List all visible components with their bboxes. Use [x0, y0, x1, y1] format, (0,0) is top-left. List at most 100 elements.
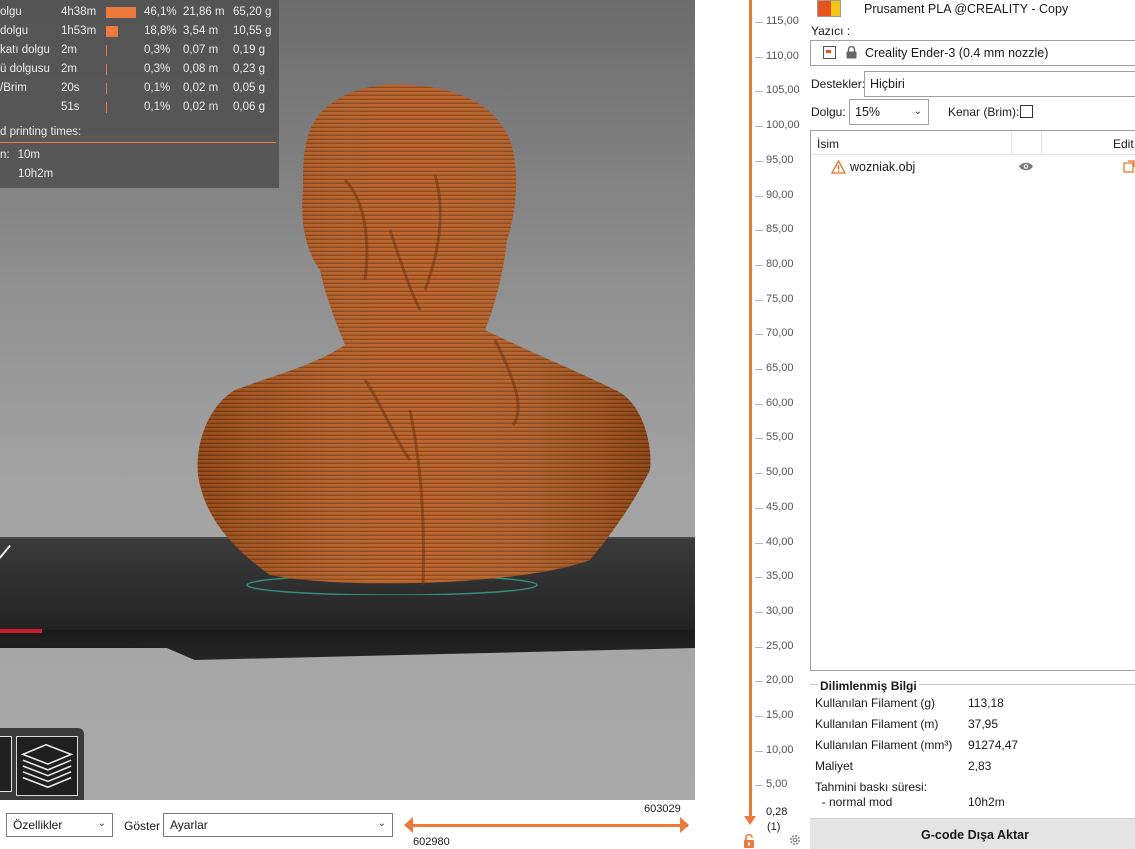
filament-selector[interactable]: Prusament PLA @CREALITY - Copy — [810, 0, 1135, 20]
layer-tick-mark — [755, 230, 763, 232]
sliced-info-value: 10h2m — [968, 795, 1005, 809]
layer-tick-label: 60,00 — [766, 396, 794, 409]
stats-row: 51s 0,1% 0,02 m 0,06 g — [0, 99, 279, 118]
sliced-info-key: Tahmini baskı süresi: — [815, 780, 928, 794]
stats-row: ü dolgusu 2m 0,3% 0,08 m 0,23 g — [0, 61, 279, 80]
layer-tick-mark — [755, 681, 763, 683]
3d-viewport[interactable]: olgu 4h38m 46,1% 21,86 m 65,20 g dolgu 1h53m 18… — [0, 0, 695, 800]
stats-bar — [106, 64, 107, 75]
stats-time: 20s — [61, 82, 80, 94]
eye-icon[interactable] — [1018, 161, 1034, 172]
sliced-info-key: - normal mod — [815, 795, 893, 809]
stats-feature: katı dolgu — [0, 44, 50, 56]
layer-tick-label: 70,00 — [766, 327, 794, 340]
layer-tick-label: 80,00 — [766, 257, 794, 270]
printer-icon — [823, 46, 836, 59]
layer-tick-mark — [755, 785, 763, 787]
layer-tick-label: 30,00 — [766, 604, 794, 617]
column-divider[interactable] — [1011, 131, 1012, 155]
stats-length: 0,02 m — [183, 101, 219, 113]
stats-feature: dolgu — [0, 25, 29, 37]
gear-icon[interactable] — [788, 833, 802, 847]
column-header-name[interactable]: İsim — [817, 137, 839, 151]
layer-tick-label: 105,00 — [766, 84, 800, 97]
stats-percent: 0,1% — [144, 82, 171, 94]
slider-right-arrow-icon[interactable] — [680, 817, 689, 833]
stats-feature: olgu — [0, 6, 22, 18]
printer-label: Yazıcı : — [811, 24, 851, 38]
sliced-info-key: Maliyet — [815, 759, 854, 773]
layer-tick-mark — [755, 542, 763, 544]
stats-weight: 0,19 g — [233, 44, 265, 56]
features-select[interactable]: Özellikler ⌄ — [6, 813, 113, 837]
view-mode-toggles — [0, 728, 84, 800]
layer-tick-label: 35,00 — [766, 570, 794, 583]
supports-select[interactable]: Hiçbiri — [864, 71, 1135, 97]
layer-tick-mark — [755, 438, 763, 440]
sliced-info-value: 37,95 — [968, 717, 999, 731]
layer-tick-label: 95,00 — [766, 153, 794, 166]
show-select[interactable]: Ayarlar ⌄ — [163, 813, 393, 837]
infill-value: 15% — [855, 105, 881, 119]
list-item[interactable]: wozniak.obj — [811, 156, 1135, 178]
layer-slider-bottom-index: (1) — [767, 821, 781, 833]
stats-row: olgu 4h38m 46,1% 21,86 m 65,20 g — [0, 4, 279, 23]
horizontal-move-slider[interactable] — [406, 824, 688, 827]
stats-time: 2m — [61, 63, 77, 75]
h-slider-max-value: 603029 — [644, 803, 681, 815]
column-divider[interactable] — [1041, 131, 1042, 155]
stats-bar — [106, 83, 107, 94]
column-header-edit[interactable]: Edit — [1113, 137, 1134, 151]
stats-note: d printing times: — [0, 126, 82, 138]
lock-icon — [846, 46, 857, 59]
stats-weight: 0,06 g — [233, 101, 265, 113]
filament-color-swatch[interactable] — [817, 0, 841, 17]
layer-tick-mark — [755, 56, 763, 58]
printer-select[interactable]: Creality Ender-3 (0.4 mm nozzle) — [810, 40, 1135, 66]
brim-checkbox[interactable] — [1020, 105, 1033, 118]
layer-tick-mark — [755, 334, 763, 336]
stats-length: 0,07 m — [183, 44, 219, 56]
stats-feature: ü dolgusu — [0, 63, 50, 75]
stats-weight: 0,23 g — [233, 63, 265, 75]
sliced-info-title: Dilimlenmiş Bilgi — [818, 679, 919, 693]
layer-slider-track[interactable] — [749, 0, 752, 820]
stats-total-time: 10h2m — [18, 168, 54, 180]
object-name: wozniak.obj — [850, 160, 916, 174]
stats-percent: 0,1% — [144, 101, 171, 113]
layer-tick-label: 40,00 — [766, 535, 794, 548]
slider-left-arrow-icon[interactable] — [404, 817, 413, 833]
unlock-icon[interactable] — [743, 834, 755, 848]
layer-slider-bottom-value: 0,28 — [766, 806, 788, 818]
bed-front-edge — [0, 630, 695, 660]
stats-weight: 65,20 g — [233, 6, 272, 18]
printer-name: Creality Ender-3 (0.4 mm nozzle) — [865, 46, 1049, 60]
brim-label: Kenar (Brim): — [948, 105, 1020, 119]
x-axis-indicator — [0, 629, 42, 633]
object-list[interactable]: İsim Edit wozniak.obj — [810, 130, 1135, 671]
layer-slider-handle-icon[interactable] — [744, 816, 756, 825]
stats-estimate-row: n: 10m — [0, 149, 40, 161]
stats-time: 2m — [61, 44, 77, 56]
stats-length: 21,86 m — [183, 6, 225, 18]
stats-percent: 0,3% — [144, 63, 171, 75]
stats-percent: 18,8% — [144, 25, 177, 37]
edit-icon[interactable] — [1123, 160, 1135, 173]
layer-tick-label: 55,00 — [766, 431, 794, 444]
layer-tick-label: 45,00 — [766, 500, 794, 513]
stats-row: katı dolgu 2m 0,3% 0,07 m 0,19 g — [0, 42, 279, 61]
show-select-value: Ayarlar — [170, 818, 208, 832]
layers-view-icon[interactable] — [16, 736, 78, 796]
features-select-value: Özellikler — [13, 818, 63, 832]
stats-row: dolgu 1h53m 18,8% 3,54 m 10,55 g — [0, 23, 279, 42]
filament-name: Prusament PLA @CREALITY - Copy — [864, 2, 1069, 16]
sliced-info-value: 2,83 — [968, 759, 992, 773]
chevron-down-icon: ⌄ — [913, 106, 922, 117]
stats-length: 3,54 m — [183, 25, 219, 37]
layer-tick-mark — [755, 750, 763, 752]
3d-view-toggle[interactable] — [0, 736, 12, 792]
warning-icon[interactable] — [831, 160, 846, 174]
stats-length: 0,02 m — [183, 82, 219, 94]
infill-select[interactable]: 15% ⌄ — [849, 99, 929, 125]
export-gcode-button[interactable]: G-code Dışa Aktar — [810, 818, 1135, 849]
